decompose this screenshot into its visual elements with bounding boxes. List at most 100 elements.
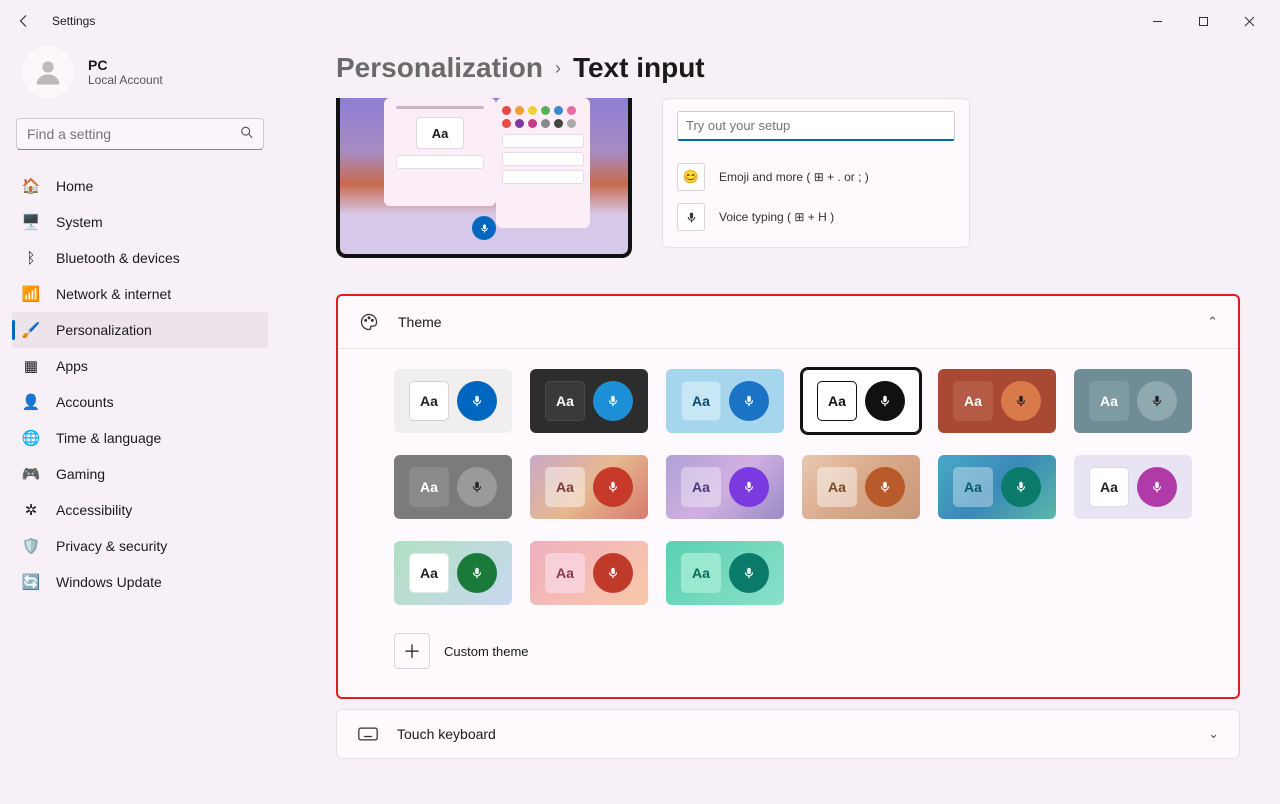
sidebar-item-personalization[interactable]: 🖌️Personalization bbox=[12, 312, 268, 348]
accessibility-icon: ✲ bbox=[22, 501, 40, 519]
theme-mic-icon bbox=[865, 467, 905, 507]
theme-mic-icon bbox=[865, 381, 905, 421]
theme-option-13[interactable]: Aa bbox=[530, 541, 648, 605]
theme-option-5[interactable]: Aa bbox=[1074, 369, 1192, 433]
theme-aa-label: Aa bbox=[409, 553, 449, 593]
sidebar-item-accounts[interactable]: 👤 Accounts bbox=[12, 384, 268, 420]
accounts-icon: 👤 bbox=[22, 393, 40, 411]
gaming-icon: 🎮 bbox=[22, 465, 40, 483]
theme-option-12[interactable]: Aa bbox=[394, 541, 512, 605]
theme-option-2[interactable]: Aa bbox=[666, 369, 784, 433]
home-icon: 🏠 bbox=[22, 177, 40, 195]
maximize-button[interactable] bbox=[1180, 5, 1226, 37]
theme-aa-label: Aa bbox=[817, 467, 857, 507]
update-icon: 🔄 bbox=[22, 573, 40, 591]
theme-mic-icon bbox=[1001, 381, 1041, 421]
theme-option-11[interactable]: Aa bbox=[1074, 455, 1192, 519]
touch-keyboard-title: Touch keyboard bbox=[397, 726, 496, 742]
theme-header[interactable]: Theme ⌃ bbox=[338, 296, 1238, 349]
sidebar-item-label: System bbox=[56, 214, 103, 230]
microphone-icon bbox=[677, 203, 705, 231]
theme-mic-icon bbox=[729, 553, 769, 593]
theme-aa-label: Aa bbox=[545, 553, 585, 593]
theme-option-3[interactable]: Aa bbox=[802, 369, 920, 433]
theme-option-7[interactable]: Aa bbox=[530, 455, 648, 519]
theme-mic-icon bbox=[1001, 467, 1041, 507]
breadcrumb-current: Text input bbox=[573, 52, 705, 84]
touch-keyboard-header[interactable]: Touch keyboard ⌄ bbox=[337, 710, 1239, 758]
theme-option-14[interactable]: Aa bbox=[666, 541, 784, 605]
theme-mic-icon bbox=[593, 553, 633, 593]
sidebar-item-privacy[interactable]: 🛡️Privacy & security bbox=[12, 528, 268, 564]
avatar bbox=[22, 46, 74, 98]
sidebar-item-label: Accounts bbox=[56, 394, 114, 410]
theme-mic-icon bbox=[593, 467, 633, 507]
palette-icon bbox=[358, 312, 380, 332]
sidebar-item-label: Home bbox=[56, 178, 93, 194]
sidebar-item-bluetooth[interactable]: ᛒ Bluetooth & devices bbox=[12, 240, 268, 276]
theme-aa-label: Aa bbox=[681, 467, 721, 507]
back-button[interactable] bbox=[8, 5, 40, 37]
theme-mic-icon bbox=[729, 467, 769, 507]
theme-aa-label: Aa bbox=[953, 467, 993, 507]
theme-option-9[interactable]: Aa bbox=[802, 455, 920, 519]
theme-option-0[interactable]: Aa bbox=[394, 369, 512, 433]
theme-aa-label: Aa bbox=[409, 467, 449, 507]
sidebar-item-label: Windows Update bbox=[56, 574, 162, 590]
breadcrumb-parent[interactable]: Personalization bbox=[336, 52, 543, 84]
tryout-card: 😊 Emoji and more ( ⊞ + . or ; ) Voice ty… bbox=[662, 98, 970, 248]
theme-option-8[interactable]: Aa bbox=[666, 455, 784, 519]
privacy-icon: 🛡️ bbox=[22, 537, 40, 555]
breadcrumb: Personalization › Text input bbox=[336, 42, 1240, 84]
emoji-icon: 😊 bbox=[677, 163, 705, 191]
sidebar-item-accessibility[interactable]: ✲ Accessibility bbox=[12, 492, 268, 528]
custom-theme-row[interactable]: ＋ Custom theme bbox=[394, 633, 1218, 669]
plus-icon[interactable]: ＋ bbox=[394, 633, 430, 669]
theme-aa-label: Aa bbox=[1089, 467, 1129, 507]
personalization-icon: 🖌️ bbox=[22, 321, 40, 339]
theme-aa-label: Aa bbox=[681, 553, 721, 593]
profile-name: PC bbox=[88, 57, 163, 73]
sidebar-item-update[interactable]: 🔄 Windows Update bbox=[12, 564, 268, 600]
close-button[interactable] bbox=[1226, 5, 1272, 37]
theme-preview: Aa bbox=[336, 98, 632, 258]
sidebar-item-network[interactable]: 📶Network & internet bbox=[12, 276, 268, 312]
sidebar-item-time[interactable]: 🌐Time & language bbox=[12, 420, 268, 456]
theme-aa-label: Aa bbox=[545, 467, 585, 507]
sidebar-item-home[interactable]: 🏠 Home bbox=[12, 168, 268, 204]
theme-aa-label: Aa bbox=[1089, 381, 1129, 421]
theme-option-10[interactable]: Aa bbox=[938, 455, 1056, 519]
theme-aa-label: Aa bbox=[681, 381, 721, 421]
system-icon: 🖥️ bbox=[22, 213, 40, 231]
window-title: Settings bbox=[52, 14, 95, 28]
sidebar-item-label: Network & internet bbox=[56, 286, 171, 302]
minimize-button[interactable] bbox=[1134, 5, 1180, 37]
search-input[interactable] bbox=[16, 118, 264, 150]
theme-mic-icon bbox=[457, 553, 497, 593]
theme-title: Theme bbox=[398, 314, 442, 330]
time-icon: 🌐 bbox=[22, 429, 40, 447]
theme-mic-icon bbox=[729, 381, 769, 421]
voice-shortcut-row[interactable]: Voice typing ( ⊞ + H ) bbox=[677, 197, 955, 237]
chevron-right-icon: › bbox=[555, 58, 561, 79]
emoji-shortcut-row[interactable]: 😊 Emoji and more ( ⊞ + . or ; ) bbox=[677, 157, 955, 197]
mic-icon bbox=[472, 216, 496, 240]
sidebar-item-label: Bluetooth & devices bbox=[56, 250, 180, 266]
theme-mic-icon bbox=[1137, 381, 1177, 421]
theme-aa-label: Aa bbox=[409, 381, 449, 421]
sidebar-item-gaming[interactable]: 🎮 Gaming bbox=[12, 456, 268, 492]
profile-block[interactable]: PC Local Account bbox=[12, 42, 268, 118]
theme-option-1[interactable]: Aa bbox=[530, 369, 648, 433]
chevron-down-icon: ⌄ bbox=[1208, 726, 1219, 742]
sidebar-item-label: Gaming bbox=[56, 466, 105, 482]
bluetooth-icon: ᛒ bbox=[22, 249, 40, 267]
sidebar-item-label: Accessibility bbox=[56, 502, 132, 518]
theme-option-6[interactable]: Aa bbox=[394, 455, 512, 519]
sidebar-item-apps[interactable]: ▦Apps bbox=[12, 348, 268, 384]
sidebar-item-system[interactable]: 🖥️ System bbox=[12, 204, 268, 240]
theme-mic-icon bbox=[593, 381, 633, 421]
theme-mic-icon bbox=[457, 381, 497, 421]
theme-option-4[interactable]: Aa bbox=[938, 369, 1056, 433]
profile-sub: Local Account bbox=[88, 73, 163, 87]
tryout-input[interactable] bbox=[677, 111, 955, 141]
